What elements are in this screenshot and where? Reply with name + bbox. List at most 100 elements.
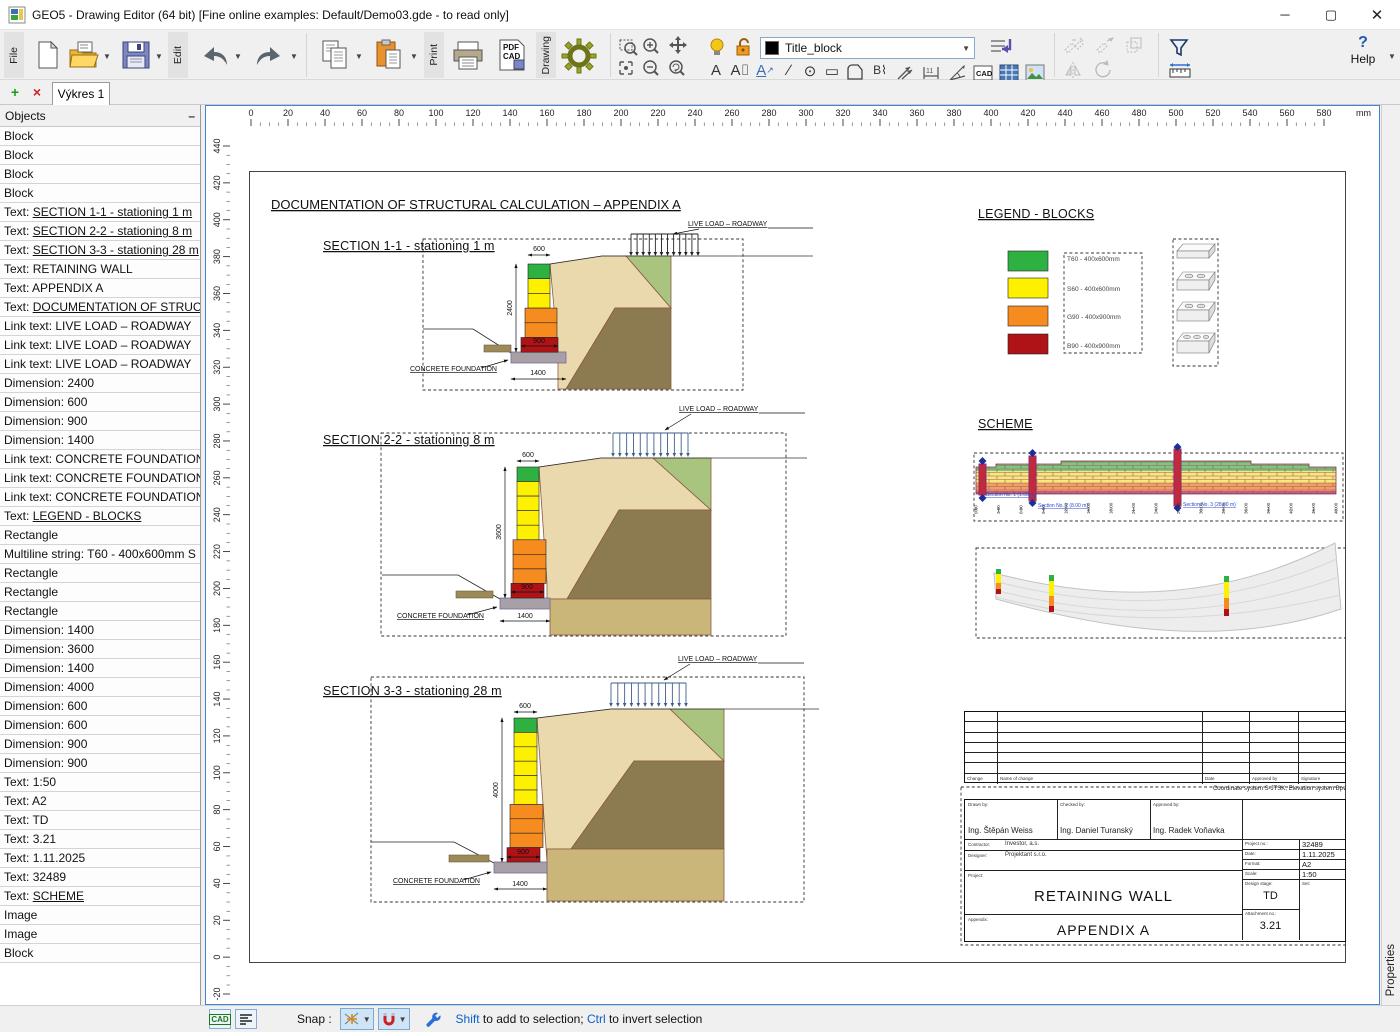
object-list-item[interactable]: Text: 3.21 <box>0 830 200 849</box>
object-list-item[interactable]: Multiline string: T60 - 400x600mm S <box>0 545 200 564</box>
link-text-tool-icon[interactable]: A ↗ <box>754 62 776 79</box>
object-list-item[interactable]: Block <box>0 165 200 184</box>
edit-group-label[interactable]: Edit <box>168 32 188 78</box>
object-list-item[interactable]: Link text: CONCRETE FOUNDATION <box>0 450 200 469</box>
object-list-item[interactable]: Block <box>0 184 200 203</box>
object-list-item[interactable]: Dimension: 4000 <box>0 678 200 697</box>
close-tab-button[interactable]: × <box>28 83 46 101</box>
properties-tab[interactable]: Properties <box>1381 930 1400 1010</box>
object-list-item[interactable]: Text: TD <box>0 811 200 830</box>
object-list-item[interactable]: Dimension: 2400 <box>0 374 200 393</box>
zoom-previous-icon[interactable] <box>669 60 685 76</box>
object-list-item[interactable]: Image <box>0 906 200 925</box>
help-menu-caret[interactable]: ▼ <box>1388 52 1396 61</box>
object-list-item[interactable]: Dimension: 600 <box>0 716 200 735</box>
text-tool-icon[interactable]: A <box>706 62 726 79</box>
object-list-item[interactable]: Dimension: 900 <box>0 412 200 431</box>
visibility-bulb-icon[interactable] <box>706 36 728 58</box>
snap-mode-button[interactable]: ▼ <box>339 1008 374 1030</box>
magnet-snap-button[interactable]: ▼ <box>377 1008 410 1030</box>
object-list-item[interactable]: Rectangle <box>0 564 200 583</box>
print-button[interactable] <box>450 38 486 72</box>
object-list-item[interactable]: Text: A2 <box>0 792 200 811</box>
object-list-item[interactable]: Text: SECTION 1-1 - stationing 1 m <box>0 203 200 222</box>
object-list-item[interactable]: Dimension: 900 <box>0 735 200 754</box>
settings-wrench-icon[interactable] <box>424 1010 442 1028</box>
open-menu-caret[interactable]: ▼ <box>103 52 111 61</box>
object-list-item[interactable]: Link text: LIVE LOAD – ROADWAY <box>0 336 200 355</box>
export-pdf-cad-button[interactable]: PDFCAD <box>494 38 530 72</box>
close-button[interactable]: ✕ <box>1354 0 1400 30</box>
object-list-item[interactable]: Text: LEGEND - BLOCKS <box>0 507 200 526</box>
collapse-panel-button[interactable]: – <box>188 109 195 123</box>
paste-button[interactable] <box>372 38 406 72</box>
print-group-label[interactable]: Print <box>424 32 444 78</box>
object-list-item[interactable]: Text: SCHEME <box>0 887 200 906</box>
redo-menu-caret[interactable]: ▼ <box>290 52 298 61</box>
object-list-item[interactable]: Rectangle <box>0 583 200 602</box>
drawing-viewport[interactable]: 0 20 40 60 80 100 120 140 160 180 200 220 240 260 280 3… <box>205 105 1380 1005</box>
object-list-item[interactable]: Dimension: 1400 <box>0 431 200 450</box>
object-list-item[interactable]: Text: APPENDIX A <box>0 279 200 298</box>
object-list-item[interactable]: Rectangle <box>0 526 200 545</box>
object-list-item[interactable]: Block <box>0 146 200 165</box>
pan-icon[interactable] <box>669 36 687 54</box>
object-list-item[interactable]: Rectangle <box>0 602 200 621</box>
move-object-icon[interactable] <box>1096 37 1115 54</box>
maximize-button[interactable]: ▢ <box>1308 0 1354 30</box>
zoom-extents-icon[interactable] <box>619 61 633 75</box>
snap-mode-caret[interactable]: ▼ <box>363 1015 371 1024</box>
measure-ruler-icon[interactable] <box>1168 62 1194 80</box>
object-list-item[interactable]: Dimension: 600 <box>0 393 200 412</box>
zoom-in-icon[interactable] <box>643 38 659 54</box>
help-button[interactable]: ? Help <box>1340 34 1386 66</box>
line-tool-icon[interactable]: ∕ <box>780 62 798 79</box>
circle-tool-icon[interactable]: ⊙ <box>800 62 820 80</box>
rotate-icon[interactable] <box>1095 60 1111 78</box>
object-list-item[interactable]: Image <box>0 925 200 944</box>
settings-gear-icon[interactable] <box>560 37 598 75</box>
cad-mode-icon[interactable]: CAD <box>209 1009 231 1029</box>
save-menu-caret[interactable]: ▼ <box>155 52 163 61</box>
rectangle-tool-icon[interactable]: ▭ <box>822 62 842 80</box>
object-list-item[interactable]: Block <box>0 944 200 963</box>
zoom-out-icon[interactable] <box>643 60 659 76</box>
zoom-window-icon[interactable] <box>619 39 638 56</box>
object-list-item[interactable]: Text: SECTION 2-2 - stationing 8 m <box>0 222 200 241</box>
new-drawing-button[interactable] <box>30 38 64 72</box>
mirror-icon[interactable] <box>1065 62 1081 78</box>
copy-menu-caret[interactable]: ▼ <box>355 52 363 61</box>
magnet-snap-caret[interactable]: ▼ <box>399 1015 407 1024</box>
copy-object-icon[interactable] <box>1064 37 1084 54</box>
main-title[interactable]: DOCUMENTATION OF STRUCTURAL CALCULATION … <box>271 197 681 212</box>
object-list-item[interactable]: Text: SECTION 3-3 - stationing 28 m <box>0 241 200 260</box>
object-list-item[interactable]: Text: 1:50 <box>0 773 200 792</box>
object-list-item[interactable]: Link text: LIVE LOAD – ROADWAY <box>0 317 200 336</box>
object-list-item[interactable]: Dimension: 1400 <box>0 659 200 678</box>
foundation-3[interactable] <box>493 861 548 874</box>
object-list-item[interactable]: Text: 32489 <box>0 868 200 887</box>
filter-icon[interactable] <box>1168 38 1192 58</box>
add-tab-button[interactable]: + <box>6 83 24 101</box>
save-button[interactable] <box>118 38 152 72</box>
object-list-item[interactable]: Link text: CONCRETE FOUNDATION <box>0 469 200 488</box>
copy-3d-icon[interactable] <box>1126 37 1142 53</box>
object-list-item[interactable]: Block <box>0 127 200 146</box>
object-list-item[interactable]: Text: DOCUMENTATION OF STRUCTU <box>0 298 200 317</box>
open-file-button[interactable] <box>66 38 100 72</box>
legend-swatch-g90[interactable] <box>1007 305 1049 327</box>
object-list-item[interactable]: Dimension: 1400 <box>0 621 200 640</box>
object-list-item[interactable]: Link text: CONCRETE FOUNDATION <box>0 488 200 507</box>
copy-button[interactable] <box>318 38 352 72</box>
object-list-item[interactable]: Text: RETAINING WALL <box>0 260 200 279</box>
object-list-item[interactable]: Link text: LIVE LOAD – ROADWAY <box>0 355 200 374</box>
paste-menu-caret[interactable]: ▼ <box>410 52 418 61</box>
object-list-item[interactable]: Dimension: 600 <box>0 697 200 716</box>
object-list-item[interactable]: Text: 1.11.2025 <box>0 849 200 868</box>
apply-layer-icon[interactable] <box>988 36 1014 60</box>
legend-swatch-s60[interactable] <box>1007 277 1049 299</box>
minimize-button[interactable]: ─ <box>1262 0 1308 30</box>
unlock-icon[interactable] <box>732 36 754 58</box>
foundation-1[interactable] <box>510 351 567 364</box>
undo-button[interactable] <box>196 40 232 70</box>
